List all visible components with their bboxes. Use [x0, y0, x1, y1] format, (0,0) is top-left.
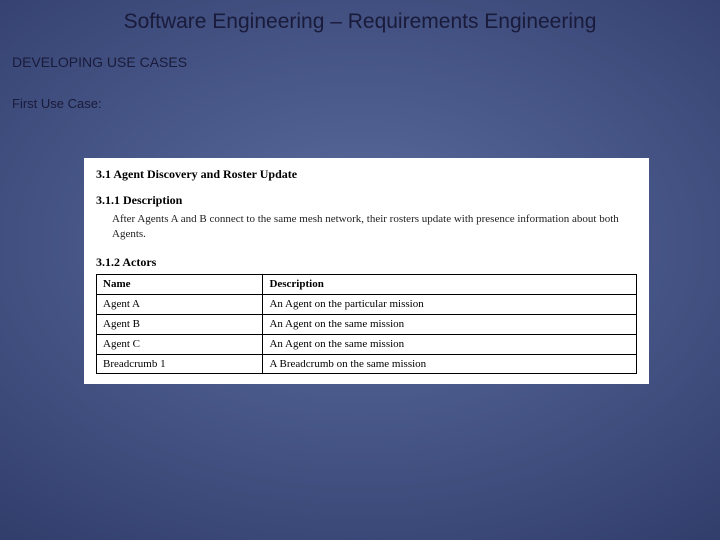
table-row: Agent B An Agent on the same mission — [97, 314, 637, 334]
doc-heading-3-1: 3.1 Agent Discovery and Roster Update — [96, 166, 637, 182]
table-cell-description: A Breadcrumb on the same mission — [263, 354, 637, 374]
table-cell-name: Agent A — [97, 295, 263, 315]
table-header-name: Name — [97, 275, 263, 295]
table-cell-name: Agent B — [97, 314, 263, 334]
table-cell-name: Agent C — [97, 334, 263, 354]
actors-table: Name Description Agent A An Agent on the… — [96, 274, 637, 374]
doc-description: After Agents A and B connect to the same… — [112, 212, 637, 242]
table-row: Breadcrumb 1 A Breadcrumb on the same mi… — [97, 354, 637, 374]
table-cell-description: An Agent on the same mission — [263, 334, 637, 354]
doc-heading-3-1-2: 3.1.2 Actors — [96, 254, 637, 270]
doc-heading-3-1-1: 3.1.1 Description — [96, 192, 637, 208]
table-header-row: Name Description — [97, 275, 637, 295]
table-cell-name: Breadcrumb 1 — [97, 354, 263, 374]
table-cell-description: An Agent on the particular mission — [263, 295, 637, 315]
sub-heading: First Use Case: — [0, 70, 720, 111]
table-row: Agent C An Agent on the same mission — [97, 334, 637, 354]
slide-title: Software Engineering – Requirements Engi… — [0, 0, 720, 34]
section-heading: DEVELOPING USE CASES — [0, 34, 720, 70]
table-row: Agent A An Agent on the particular missi… — [97, 295, 637, 315]
table-cell-description: An Agent on the same mission — [263, 314, 637, 334]
embedded-document: 3.1 Agent Discovery and Roster Update 3.… — [84, 158, 649, 384]
table-header-description: Description — [263, 275, 637, 295]
